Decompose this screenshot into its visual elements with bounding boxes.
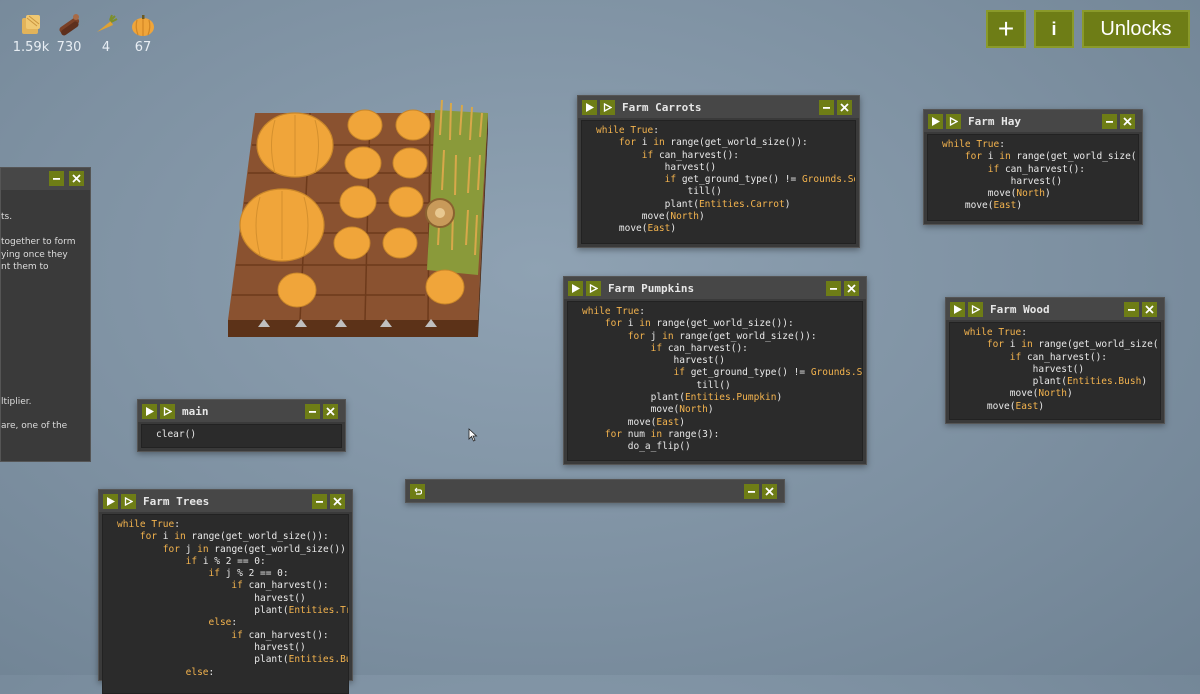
carrot-icon bbox=[93, 12, 119, 38]
farm-trees-window: Farm Trees while True: for i in range(ge… bbox=[98, 489, 353, 694]
minimize-button[interactable] bbox=[49, 171, 64, 186]
window-titlebar[interactable]: main bbox=[138, 400, 345, 422]
close-button[interactable] bbox=[69, 171, 84, 186]
step-button[interactable] bbox=[600, 99, 615, 115]
resource-hay: 1.59k bbox=[11, 12, 51, 55]
minimize-button[interactable] bbox=[819, 99, 834, 115]
window-title: Farm Carrots bbox=[622, 100, 702, 114]
window-titlebar[interactable]: Farm Pumpkins bbox=[564, 277, 866, 299]
minimize-button[interactable] bbox=[305, 403, 320, 419]
unlocks-button[interactable]: Unlocks bbox=[1082, 10, 1190, 48]
empty-window bbox=[405, 479, 785, 503]
info-text: ltiplier. bbox=[1, 397, 32, 407]
resource-value: 67 bbox=[134, 40, 152, 55]
resource-value: 1.59k bbox=[12, 40, 50, 55]
step-button[interactable] bbox=[968, 301, 983, 317]
close-button[interactable] bbox=[1142, 301, 1157, 317]
run-button[interactable] bbox=[928, 113, 943, 129]
farm-pumpkins-window: Farm Pumpkins while True: for i in range… bbox=[563, 276, 867, 465]
minimize-button[interactable] bbox=[744, 483, 759, 499]
window-title: main bbox=[182, 404, 209, 418]
window-title: Farm Wood bbox=[990, 302, 1050, 316]
close-button[interactable] bbox=[762, 483, 777, 499]
window-titlebar[interactable]: Farm Trees bbox=[99, 490, 352, 512]
window-titlebar[interactable]: Farm Hay bbox=[924, 110, 1142, 132]
code-editor[interactable]: while True: for i in range(get_world_siz… bbox=[927, 134, 1139, 221]
code-editor[interactable]: while True: for i in range(get_world_siz… bbox=[949, 322, 1161, 420]
run-button[interactable] bbox=[950, 301, 965, 317]
resource-carrot: 4 bbox=[86, 12, 126, 55]
info-button[interactable]: i bbox=[1034, 10, 1074, 48]
farm-field[interactable] bbox=[220, 95, 495, 345]
code-editor[interactable]: while True: for i in range(get_world_siz… bbox=[581, 120, 856, 244]
minimize-button[interactable] bbox=[826, 280, 841, 296]
window-title: Farm Trees bbox=[143, 494, 210, 508]
resource-wood: 730 bbox=[49, 12, 89, 55]
resource-value: 730 bbox=[56, 40, 82, 55]
step-button[interactable] bbox=[946, 113, 961, 129]
info-text: ts. bbox=[1, 212, 13, 222]
wood-icon bbox=[56, 12, 82, 38]
step-button[interactable] bbox=[160, 403, 175, 419]
window-titlebar[interactable]: Farm Wood bbox=[946, 298, 1164, 320]
close-button[interactable] bbox=[1120, 113, 1135, 129]
close-button[interactable] bbox=[323, 403, 338, 419]
minimize-button[interactable] bbox=[1124, 301, 1139, 317]
run-button[interactable] bbox=[103, 493, 118, 509]
farm-hay-window: Farm Hay while True: for i in range(get_… bbox=[923, 109, 1143, 225]
hay-icon bbox=[18, 12, 44, 38]
close-button[interactable] bbox=[837, 99, 852, 115]
run-button[interactable] bbox=[568, 280, 583, 296]
main-window: main clear() bbox=[137, 399, 346, 452]
info-panel: ts. together to form ying once they nt t… bbox=[0, 167, 91, 462]
info-text: ying once they bbox=[1, 250, 68, 260]
farm-wood-window: Farm Wood while True: for i in range(get… bbox=[945, 297, 1165, 424]
close-button[interactable] bbox=[330, 493, 345, 509]
minimize-button[interactable] bbox=[1102, 113, 1117, 129]
unlocks-button-label: Unlocks bbox=[1100, 17, 1172, 40]
window-titlebar[interactable] bbox=[406, 480, 784, 502]
info-button-label: i bbox=[1051, 18, 1057, 39]
window-titlebar[interactable]: Farm Carrots bbox=[578, 96, 859, 118]
step-button[interactable] bbox=[121, 493, 136, 509]
info-panel-titlebar[interactable] bbox=[1, 168, 90, 190]
window-title: Farm Hay bbox=[968, 114, 1021, 128]
run-button[interactable] bbox=[142, 403, 157, 419]
code-editor[interactable]: while True: for i in range(get_world_siz… bbox=[567, 301, 863, 461]
mouse-cursor-icon bbox=[468, 428, 478, 442]
add-button-label: + bbox=[997, 13, 1015, 44]
window-title: Farm Pumpkins bbox=[608, 281, 695, 295]
pumpkin-icon bbox=[130, 12, 156, 38]
info-text: together to form bbox=[1, 237, 76, 247]
farm-carrots-window: Farm Carrots while True: for i in range(… bbox=[577, 95, 860, 248]
resource-value: 4 bbox=[101, 40, 111, 55]
code-editor[interactable]: while True: for i in range(get_world_siz… bbox=[102, 514, 349, 694]
close-button[interactable] bbox=[844, 280, 859, 296]
minimize-button[interactable] bbox=[312, 493, 327, 509]
info-text: nt them to bbox=[1, 262, 49, 272]
run-button[interactable] bbox=[582, 99, 597, 115]
step-button[interactable] bbox=[586, 280, 601, 296]
undo-button[interactable] bbox=[410, 483, 425, 499]
code-editor[interactable]: clear() bbox=[141, 424, 342, 448]
resource-pumpkin: 67 bbox=[123, 12, 163, 55]
add-button[interactable]: + bbox=[986, 10, 1026, 48]
info-text: are, one of the bbox=[1, 421, 68, 431]
